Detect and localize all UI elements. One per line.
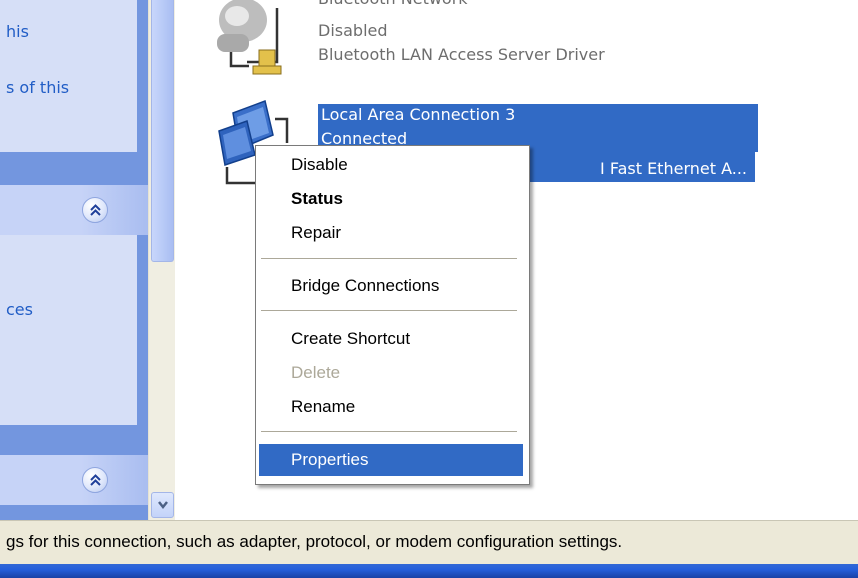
taskbar [0, 564, 858, 578]
menu-item-properties[interactable]: Properties [259, 444, 523, 476]
status-bar: gs for this connection, such as adapter,… [0, 520, 858, 564]
task-pane: his s of this ces [0, 0, 148, 520]
scroll-down-button[interactable] [151, 492, 174, 518]
menu-separator [261, 258, 517, 259]
task-pane-header-1[interactable] [0, 185, 148, 235]
task-link-1[interactable]: his [6, 22, 29, 41]
menu-item-create-shortcut[interactable]: Create Shortcut [259, 323, 523, 355]
menu-item-delete: Delete [291, 363, 341, 382]
status-text: gs for this connection, such as adapter,… [6, 532, 623, 551]
connection-status: Disabled [318, 21, 388, 40]
context-menu: Disable Status Repair Bridge Connections… [255, 145, 530, 485]
task-pane-section-middle: ces [0, 235, 137, 425]
vertical-scrollbar[interactable] [148, 0, 175, 520]
connection-name: Bluetooth Network [318, 0, 468, 10]
task-link-2[interactable]: s of this [6, 78, 69, 97]
menu-item-disable[interactable]: Disable [259, 149, 523, 181]
connection-device: Bluetooth LAN Access Server Driver [318, 45, 605, 64]
connection-name: Local Area Connection 3 [318, 104, 758, 128]
chevron-down-icon [158, 501, 168, 510]
menu-item-repair[interactable]: Repair [259, 217, 523, 249]
scrollbar-thumb[interactable] [151, 0, 174, 262]
task-link-3[interactable]: ces [6, 300, 33, 319]
menu-separator [261, 310, 517, 311]
collapse-chevron-icon[interactable] [82, 467, 108, 493]
task-pane-header-2[interactable] [0, 455, 148, 505]
task-pane-section-top: his s of this [0, 0, 137, 152]
menu-item-rename[interactable]: Rename [259, 391, 523, 423]
bluetooth-network-adapter-icon [217, 0, 282, 75]
menu-item-bridge-connections[interactable]: Bridge Connections [259, 270, 523, 302]
menu-separator [261, 431, 517, 432]
menu-item-status[interactable]: Status [259, 183, 523, 215]
collapse-chevron-icon[interactable] [82, 197, 108, 223]
